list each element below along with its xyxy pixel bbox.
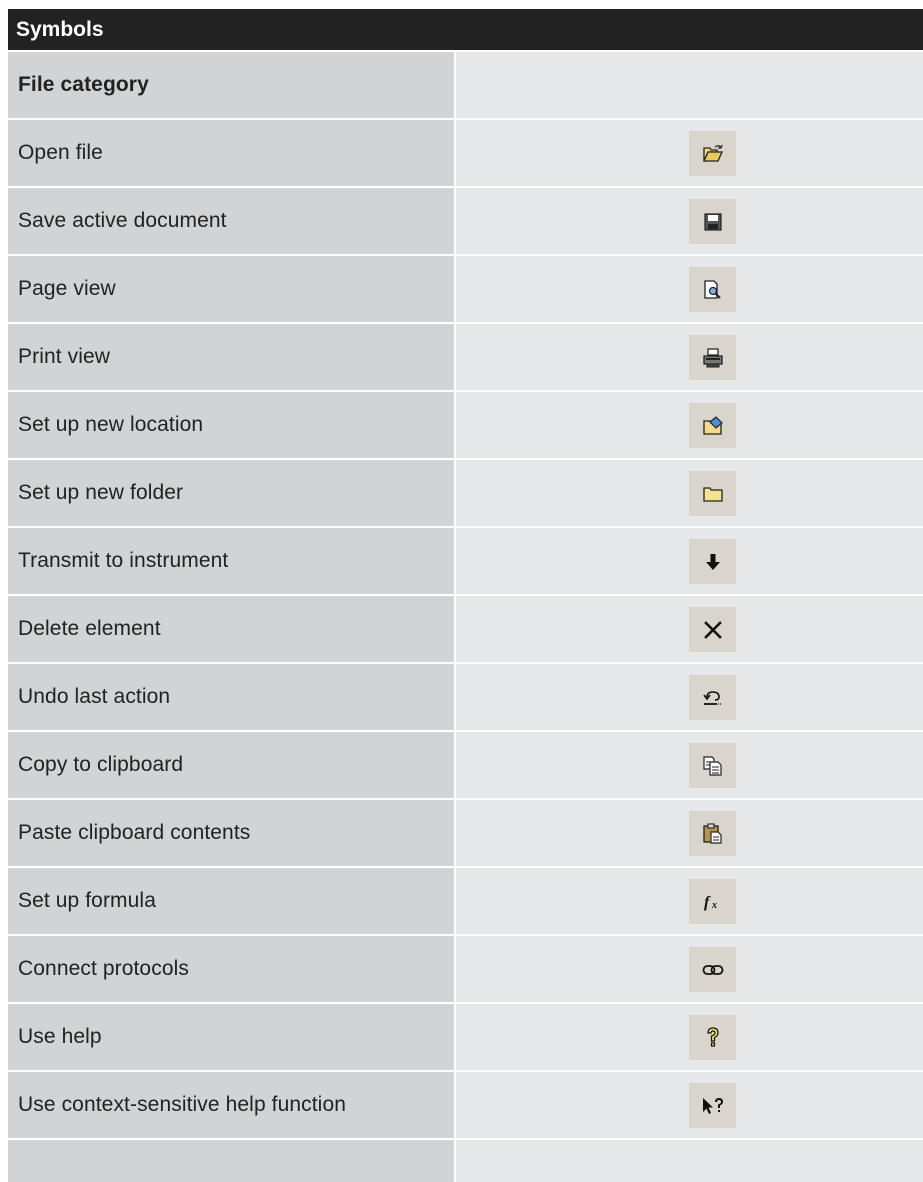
help-question-icon[interactable] xyxy=(689,1015,736,1060)
footer-empty-cell xyxy=(8,1140,454,1182)
folder-icon[interactable] xyxy=(689,471,736,516)
table-row: Print view xyxy=(8,324,923,390)
row-label: Open file xyxy=(8,120,454,186)
row-label: Save active document xyxy=(8,188,454,254)
category-header-row: File category xyxy=(8,52,923,118)
table-row: Copy to clipboard xyxy=(8,732,923,798)
row-label: Delete element xyxy=(8,596,454,662)
undo-icon[interactable] xyxy=(689,675,736,720)
row-label: Set up new location xyxy=(8,392,454,458)
row-label: Transmit to instrument xyxy=(8,528,454,594)
row-label: Use help xyxy=(8,1004,454,1070)
open-folder-icon[interactable] xyxy=(689,131,736,176)
table-row: Set up formula f x xyxy=(8,868,923,934)
row-label: Use context-sensitive help function xyxy=(8,1072,454,1138)
row-label: Undo last action xyxy=(8,664,454,730)
svg-text:x: x xyxy=(711,900,717,911)
footer-empty-cell xyxy=(456,1140,923,1182)
table-row: Paste clipboard contents xyxy=(8,800,923,866)
table-row: Transmit to instrument xyxy=(8,528,923,594)
formula-fx-icon[interactable]: f x xyxy=(689,879,736,924)
table-row: Use context-sensitive help function xyxy=(8,1072,923,1138)
symbols-table: Symbols File category Open file Save act… xyxy=(8,9,923,1182)
table-row: Set up new location xyxy=(8,392,923,458)
table-row: Undo last action xyxy=(8,664,923,730)
row-label: Set up new folder xyxy=(8,460,454,526)
table-row: Set up new folder xyxy=(8,460,923,526)
printer-icon[interactable] xyxy=(689,335,736,380)
delete-x-icon[interactable] xyxy=(689,607,736,652)
context-help-icon[interactable] xyxy=(689,1083,736,1128)
table-row: Connect protocols xyxy=(8,936,923,1002)
row-label: Set up formula xyxy=(8,868,454,934)
table-row: Page view xyxy=(8,256,923,322)
paste-icon[interactable] xyxy=(689,811,736,856)
page-magnifier-icon[interactable] xyxy=(689,267,736,312)
floppy-disk-icon[interactable] xyxy=(689,199,736,244)
category-header-empty-cell xyxy=(456,52,923,118)
row-label: Copy to clipboard xyxy=(8,732,454,798)
row-label: Print view xyxy=(8,324,454,390)
table-footer-row xyxy=(8,1140,923,1182)
table-row: Use help xyxy=(8,1004,923,1070)
table-row: Open file xyxy=(8,120,923,186)
arrow-down-icon[interactable] xyxy=(689,539,736,584)
row-label: Connect protocols xyxy=(8,936,454,1002)
link-icon[interactable] xyxy=(689,947,736,992)
table-row: Save active document xyxy=(8,188,923,254)
row-label: Page view xyxy=(8,256,454,322)
copy-icon[interactable] xyxy=(689,743,736,788)
category-header: File category xyxy=(8,52,454,118)
table-row: Delete element xyxy=(8,596,923,662)
table-title: Symbols xyxy=(8,9,923,50)
row-label: Paste clipboard contents xyxy=(8,800,454,866)
svg-text:f: f xyxy=(704,894,711,911)
new-location-icon[interactable] xyxy=(689,403,736,448)
